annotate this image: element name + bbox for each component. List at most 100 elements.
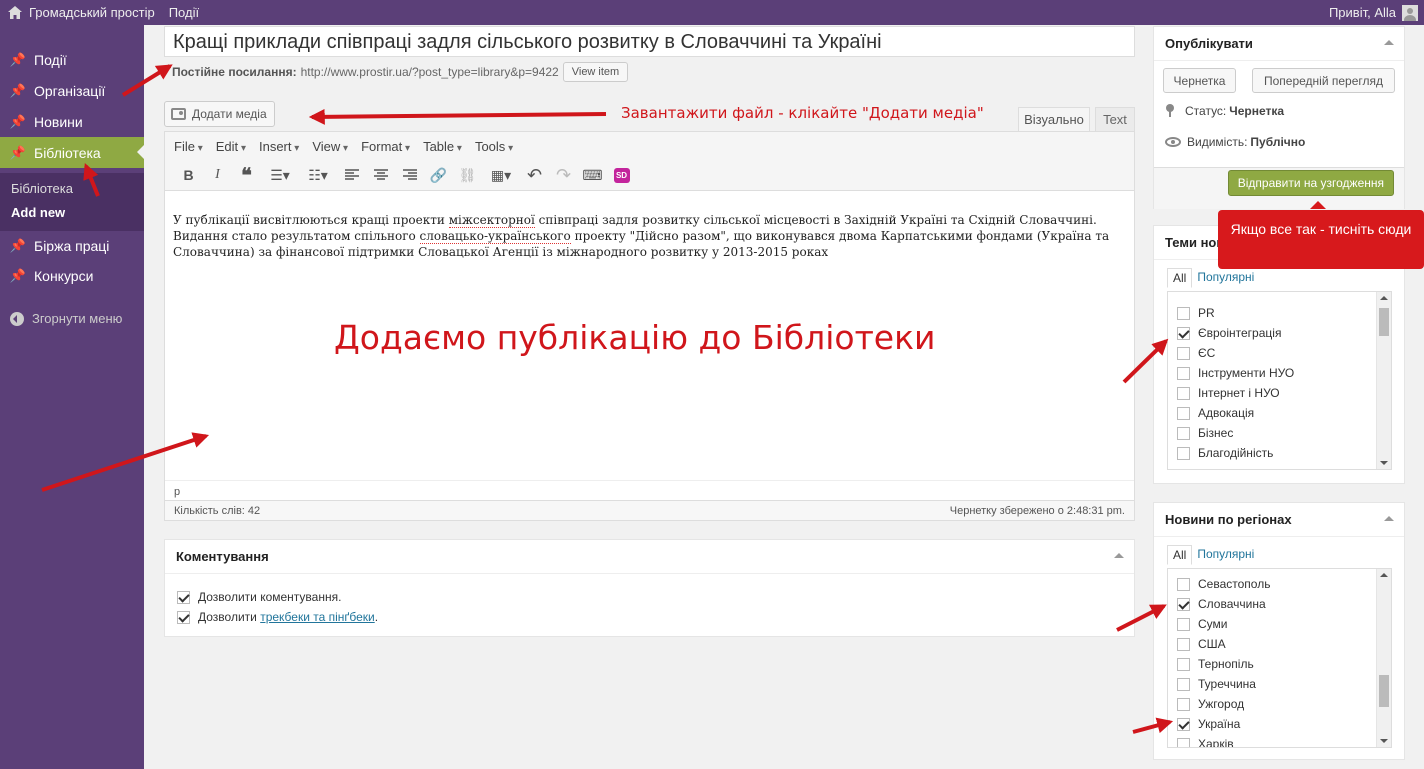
region-checkbox[interactable] (1177, 717, 1190, 731)
sidebar-item-organizations[interactable]: 📌 Організації (0, 76, 144, 106)
allow-pings-checkbox[interactable] (177, 610, 190, 624)
region-checkbox[interactable] (1177, 637, 1190, 651)
region-checkbox[interactable] (1177, 617, 1190, 631)
topic-checkbox[interactable] (1177, 346, 1190, 360)
view-item-button[interactable]: View item (562, 62, 629, 82)
list-item[interactable]: Адвокація (1177, 406, 1254, 420)
undo-icon[interactable]: ↶ (520, 165, 549, 185)
scroll-down-icon[interactable] (1380, 461, 1388, 465)
list-item[interactable]: Севастополь (1177, 577, 1270, 591)
trackbacks-link[interactable]: трекбеки та пінґбеки (260, 610, 375, 624)
topic-checkbox[interactable] (1177, 426, 1190, 440)
sidebar-item-events[interactable]: 📌 Події (0, 45, 144, 75)
scroll-down-icon[interactable] (1380, 739, 1388, 743)
list-item[interactable]: Тернопіль (1177, 657, 1254, 671)
bold-icon[interactable]: B (174, 165, 203, 185)
plugin-sd-icon[interactable]: SD (607, 165, 636, 185)
sidebar-item-news[interactable]: 📌 Новини (0, 107, 144, 137)
keyboard-icon[interactable]: ⌨ (578, 165, 607, 185)
list-item[interactable]: Ужгород (1177, 697, 1244, 711)
list-item[interactable]: Інструменти НУО (1177, 366, 1294, 380)
scroll-up-icon[interactable] (1380, 573, 1388, 577)
menu-view[interactable]: View (312, 139, 348, 154)
sidebar-item-jobs[interactable]: 📌 Біржа праці (0, 231, 144, 261)
list-item[interactable]: Суми (1177, 617, 1227, 631)
list-item[interactable]: Україна (1177, 717, 1240, 731)
scroll-thumb[interactable] (1379, 675, 1389, 707)
sidebar-item-contests[interactable]: 📌 Конкурси (0, 261, 144, 291)
align-left-icon[interactable] (337, 165, 366, 185)
menu-tools[interactable]: Tools (475, 139, 513, 154)
list-item[interactable]: США (1177, 637, 1226, 651)
bullet-list-icon[interactable]: ☰▾ (261, 165, 299, 185)
unlink-icon[interactable]: ⛓ (453, 165, 482, 185)
tab-all[interactable]: All (1167, 545, 1193, 565)
tab-popular[interactable]: Популярні (1192, 268, 1259, 288)
region-checkbox[interactable] (1177, 597, 1190, 611)
scroll-thumb[interactable] (1379, 308, 1389, 336)
region-checkbox[interactable] (1177, 577, 1190, 591)
permalink-url[interactable]: http://www.prostir.ua/?post_type=library… (301, 65, 559, 79)
blockquote-icon[interactable]: ❝ (232, 165, 261, 187)
list-item[interactable]: Інтернет і НУО (1177, 386, 1280, 400)
region-checkbox[interactable] (1177, 697, 1190, 711)
list-item[interactable]: Словаччина (1177, 597, 1266, 611)
comments-postbox-header[interactable]: Коментування (165, 540, 1134, 574)
submenu-library[interactable]: Бібліотека (11, 181, 73, 196)
menu-edit[interactable]: Edit (216, 139, 246, 154)
tab-all[interactable]: All (1167, 268, 1193, 288)
collapse-arrow-icon[interactable] (1384, 40, 1394, 45)
list-item[interactable]: PR (1177, 306, 1215, 320)
allow-comments-checkbox[interactable] (177, 590, 190, 604)
list-item[interactable]: ЄС (1177, 346, 1215, 360)
sidebar-item-library[interactable]: 📌 Бібліотека (0, 137, 144, 168)
list-item[interactable]: Харків (1177, 737, 1234, 747)
align-right-icon[interactable] (395, 165, 424, 185)
collapse-arrow-icon[interactable] (1384, 516, 1394, 521)
menu-insert[interactable]: Insert (259, 139, 299, 154)
regions-scrollbar[interactable] (1376, 569, 1391, 747)
tab-popular[interactable]: Популярні (1192, 545, 1259, 565)
submenu-add-new[interactable]: Add new (11, 205, 65, 220)
topic-checkbox[interactable] (1177, 406, 1190, 420)
topics-scrollbar[interactable] (1376, 292, 1391, 469)
post-title-input[interactable]: Кращі приклади співпраці задля сільськог… (164, 26, 1135, 57)
site-home-link[interactable]: Громадський простір (8, 5, 155, 20)
save-draft-button[interactable]: Чернетка (1163, 68, 1236, 93)
collapse-arrow-icon[interactable] (1114, 553, 1124, 558)
region-checkbox[interactable] (1177, 657, 1190, 671)
tab-visual[interactable]: Візуально (1018, 107, 1090, 132)
topic-checkbox[interactable] (1177, 446, 1190, 460)
table-icon[interactable]: ▦▾ (482, 165, 520, 185)
add-media-button[interactable]: Додати медіа (164, 101, 275, 127)
region-checkbox[interactable] (1177, 737, 1190, 747)
list-item[interactable]: Бізнес (1177, 426, 1233, 440)
editor-content[interactable]: У публікації висвітлюються кращі проекти… (173, 212, 1128, 260)
numbered-list-icon[interactable]: ☷▾ (299, 165, 337, 185)
menu-format[interactable]: Format (361, 139, 410, 154)
link-icon[interactable]: 🔗 (424, 165, 453, 185)
menu-table[interactable]: Table (423, 139, 462, 154)
list-item[interactable]: Євроінтеграція (1177, 326, 1281, 340)
preview-button[interactable]: Попередній перегляд (1252, 68, 1395, 93)
publish-postbox-header[interactable]: Опублікувати (1154, 27, 1404, 61)
topic-checkbox[interactable] (1177, 306, 1190, 320)
admin-bar-events-link[interactable]: Події (169, 5, 199, 20)
scroll-up-icon[interactable] (1380, 296, 1388, 300)
allow-pings-option[interactable]: Дозволити трекбеки та пінґбеки. (177, 610, 378, 624)
user-account-menu[interactable]: Привіт, Alla (1329, 0, 1418, 25)
list-item[interactable]: Туреччина (1177, 677, 1256, 691)
tab-text[interactable]: Text (1095, 107, 1135, 132)
collapse-menu-button[interactable]: Згорнути меню (10, 311, 122, 326)
topic-checkbox[interactable] (1177, 386, 1190, 400)
menu-file[interactable]: File (174, 139, 203, 154)
topic-checkbox[interactable] (1177, 366, 1190, 380)
regions-postbox-header[interactable]: Новини по регіонах (1154, 503, 1404, 537)
submit-for-review-button[interactable]: Відправити на узгодження (1227, 170, 1394, 196)
list-item[interactable]: Благодійність (1177, 446, 1273, 460)
italic-icon[interactable]: I (203, 165, 232, 185)
allow-comments-option[interactable]: Дозволити коментування. (177, 590, 341, 604)
region-checkbox[interactable] (1177, 677, 1190, 691)
topic-checkbox[interactable] (1177, 326, 1190, 340)
align-center-icon[interactable] (366, 165, 395, 185)
